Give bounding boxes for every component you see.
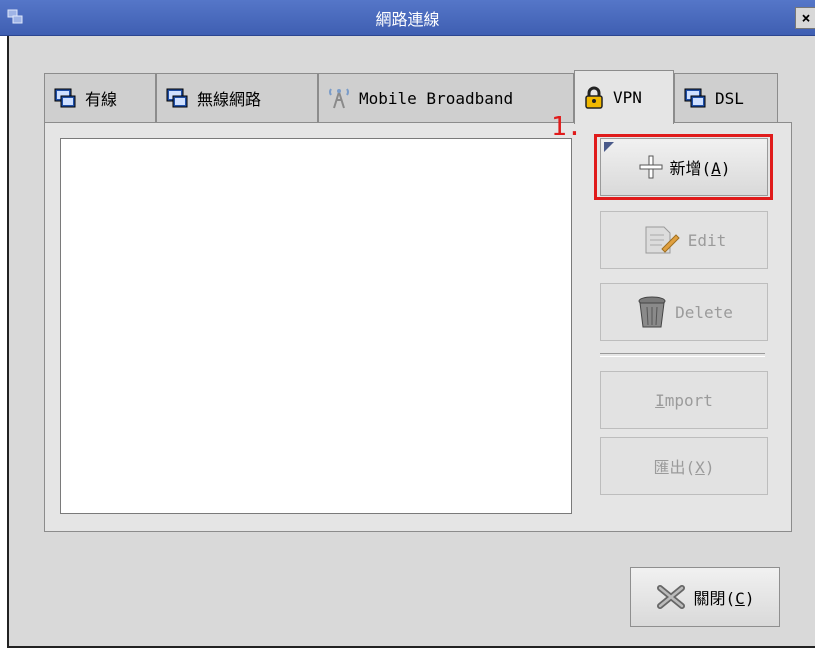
plus-icon <box>639 155 663 179</box>
tab-label: 無線網路 <box>197 90 262 109</box>
add-button[interactable]: 新增(A) <box>600 138 768 196</box>
mobile-broadband-antenna-icon <box>329 88 349 109</box>
padlock-icon <box>585 86 603 109</box>
edit-button-label: Edit <box>687 230 727 250</box>
close-x-icon <box>656 585 685 609</box>
title-bar[interactable]: 網路連線 × <box>0 0 815 36</box>
vpn-connections-list[interactable] <box>60 138 572 514</box>
tab-label: Mobile Broadband <box>359 88 514 108</box>
close-button[interactable]: 關閉(C) <box>630 567 780 627</box>
export-button[interactable]: 匯出(X) <box>600 437 768 495</box>
button-separator <box>600 353 765 357</box>
tab-wireless[interactable]: 無線網路 <box>156 73 318 122</box>
network-dsl-icon <box>684 88 706 108</box>
close-button-label: 關閉(C) <box>693 589 755 608</box>
tab-dsl[interactable]: DSL <box>674 73 778 122</box>
step-number-label: 1. <box>551 112 583 142</box>
edit-document-icon <box>645 226 680 254</box>
network-wireless-icon <box>166 88 188 108</box>
import-button[interactable]: Import <box>600 371 768 429</box>
add-button-label: 新增(A) <box>669 159 731 178</box>
trash-can-icon <box>638 296 666 328</box>
tab-label: 有線 <box>85 90 118 109</box>
tab-vpn[interactable]: VPN <box>574 70 674 124</box>
delete-button[interactable]: Delete <box>600 283 768 341</box>
delete-button-label: Delete <box>675 302 733 322</box>
network-connections-window: 網路連線 × 有線 無線網路 Mobile Broadband VPN DSL … <box>0 0 815 648</box>
network-wired-icon <box>54 88 76 108</box>
corner-marker-icon <box>604 142 614 152</box>
edit-button[interactable]: Edit <box>600 211 768 269</box>
tab-label: VPN <box>613 88 642 107</box>
import-button-label: Import <box>655 390 713 410</box>
window-close-button[interactable]: × <box>795 7 815 29</box>
tab-wired[interactable]: 有線 <box>44 73 156 122</box>
tab-mobile-broadband[interactable]: Mobile Broadband <box>318 73 574 122</box>
export-button-label: 匯出(X) <box>653 458 715 477</box>
tab-label: DSL <box>715 88 744 108</box>
window-title: 網路連線 <box>375 10 440 29</box>
